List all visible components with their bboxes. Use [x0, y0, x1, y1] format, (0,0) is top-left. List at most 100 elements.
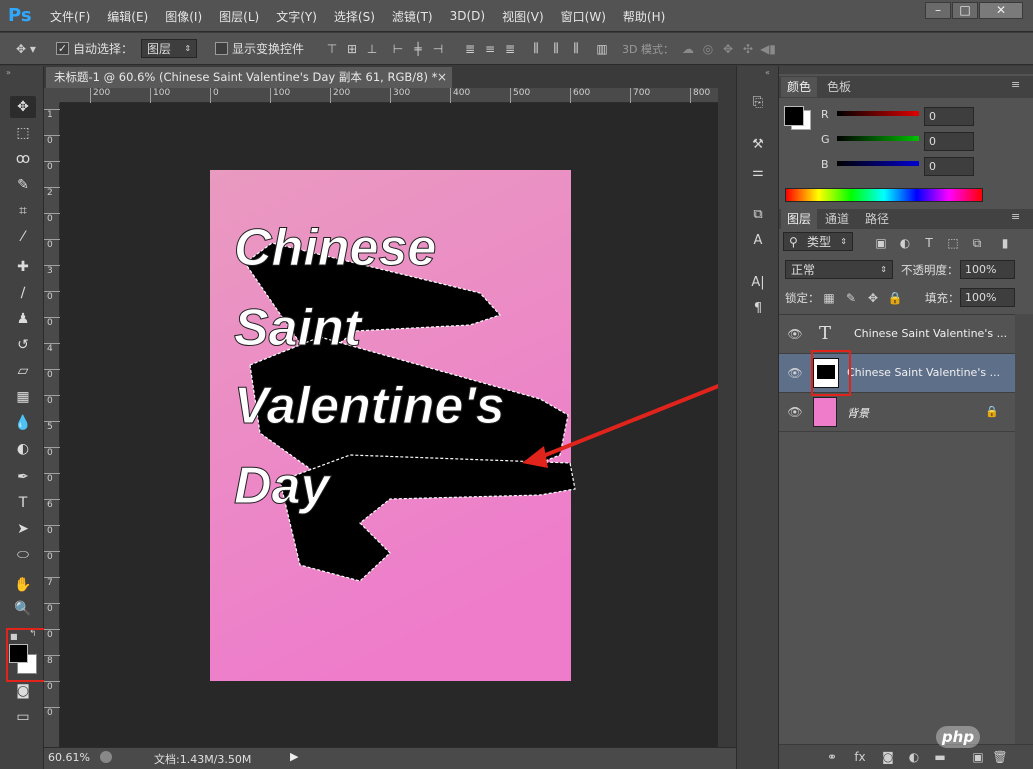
tab-layers[interactable]: 图层 — [781, 209, 818, 229]
channel-b-value[interactable]: 0 — [924, 157, 974, 176]
distribute-left-icon[interactable]: ⫼ — [526, 40, 546, 58]
paragraph-panel-icon[interactable]: ¶ — [747, 298, 769, 318]
color-spectrum-bar[interactable] — [785, 188, 983, 202]
distribute-bottom-icon[interactable]: ≣ — [500, 40, 520, 58]
blur-tool-icon[interactable]: 💧 — [10, 412, 36, 434]
shape-filter-icon[interactable]: ⬚ — [945, 235, 961, 251]
dock-collapse-icon[interactable]: « — [765, 68, 770, 77]
auto-select-checkbox[interactable]: ✓ — [56, 42, 69, 55]
tab-paths[interactable]: 路径 — [859, 209, 895, 229]
crop-tool-icon[interactable]: ⌗ — [10, 200, 36, 222]
quick-mask-icon[interactable]: ◙ — [10, 680, 36, 702]
character-style-icon[interactable]: A — [747, 230, 769, 250]
menu-type[interactable]: 文字(Y) — [276, 8, 317, 25]
auto-select-dropdown[interactable]: 图层 ⇕ — [141, 39, 198, 58]
type-filter-icon[interactable]: T — [921, 235, 937, 251]
color-panel-foreground-swatch[interactable] — [784, 106, 804, 126]
align-right-icon[interactable]: ⊣ — [428, 40, 448, 58]
actions-panel-icon[interactable]: ⚒ — [747, 134, 769, 154]
align-hcenter-icon[interactable]: ╪ — [408, 40, 428, 58]
hand-tool-icon[interactable]: ✋ — [10, 574, 36, 596]
pixel-filter-icon[interactable]: ▣ — [873, 235, 889, 251]
move-tool-icon[interactable]: ✥ — [10, 96, 36, 118]
new-layer-icon[interactable]: ▣ — [969, 750, 987, 766]
layers-panel-menu-icon[interactable]: ≡ — [1011, 210, 1020, 223]
new-group-icon[interactable]: ▬ — [931, 750, 949, 766]
path-select-tool-icon[interactable]: ➤ — [10, 518, 36, 540]
horizontal-ruler[interactable]: 200 100 0 100 200 300 400 500 600 700 800 — [60, 88, 718, 103]
marquee-tool-icon[interactable]: ⬚ — [10, 122, 36, 144]
vertical-scrollbar[interactable] — [718, 88, 736, 747]
lock-position-icon[interactable]: ✥ — [865, 290, 881, 306]
channel-r-slider[interactable] — [837, 111, 919, 116]
collapse-arrows-icon[interactable]: » — [6, 68, 11, 77]
menu-window[interactable]: 窗口(W) — [561, 8, 606, 25]
menu-select[interactable]: 选择(S) — [334, 8, 375, 25]
align-left-icon[interactable]: ⊢ — [388, 40, 408, 58]
menu-3d[interactable]: 3D(D) — [450, 9, 485, 23]
smart-object-filter-icon[interactable]: ⧉ — [969, 235, 985, 251]
brush-tool-icon[interactable]: ∕ — [10, 282, 36, 304]
layer-row-background[interactable]: 👁 背景 🔒 — [779, 393, 1015, 432]
filter-toggle-icon[interactable]: ▮ — [997, 235, 1013, 251]
minimize-button[interactable]: – — [925, 2, 951, 19]
3d-slide-icon[interactable]: ✣ — [738, 40, 758, 58]
panel-menu-icon[interactable]: ≡ — [1011, 78, 1020, 91]
history-panel-icon[interactable]: ⎘ — [747, 92, 769, 112]
link-layers-icon[interactable]: ⚭ — [823, 750, 841, 766]
menu-image[interactable]: 图像(I) — [165, 8, 202, 25]
align-bottom-icon[interactable]: ⊥ — [362, 40, 382, 58]
dodge-tool-icon[interactable]: ◐ — [10, 438, 36, 460]
tab-color[interactable]: 颜色 — [781, 77, 818, 97]
ruler-origin[interactable] — [44, 88, 60, 103]
lock-pixels-icon[interactable]: ✎ — [843, 290, 859, 306]
align-vcenter-icon[interactable]: ⊞ — [342, 40, 362, 58]
menu-file[interactable]: 文件(F) — [50, 8, 90, 25]
menu-view[interactable]: 视图(V) — [502, 8, 544, 25]
properties-panel-icon[interactable]: ⚌ — [747, 162, 769, 182]
distribute-hcenter-icon[interactable]: ⫼ — [546, 40, 566, 58]
menu-filter[interactable]: 滤镜(T) — [392, 8, 433, 25]
show-transform-checkbox[interactable] — [215, 42, 229, 55]
character-panel-icon[interactable]: A| — [747, 272, 769, 292]
status-info-icon[interactable] — [100, 751, 112, 763]
history-brush-tool-icon[interactable]: ↺ — [10, 334, 36, 356]
blend-mode-dropdown[interactable]: 正常 ⇕ — [785, 260, 893, 279]
distribute-vcenter-icon[interactable]: ≡ — [480, 40, 500, 58]
auto-align-icon[interactable]: ▥ — [592, 40, 612, 58]
zoom-level[interactable]: 60.61% — [48, 751, 90, 764]
3d-drag-icon[interactable]: ✥ — [718, 40, 738, 58]
healing-brush-tool-icon[interactable]: ✚ — [10, 256, 36, 278]
layers-scrollbar[interactable] — [1015, 314, 1033, 744]
delete-layer-icon[interactable]: 🗑 — [991, 750, 1009, 766]
quick-select-tool-icon[interactable]: ✎ — [10, 174, 36, 196]
screen-mode-icon[interactable]: ▭ — [10, 706, 36, 728]
ellipse-tool-icon[interactable]: ⬭ — [10, 544, 36, 566]
visibility-eye-icon[interactable]: 👁 — [787, 365, 803, 381]
adjustment-filter-icon[interactable]: ◐ — [897, 235, 913, 251]
add-mask-icon[interactable]: ◙ — [879, 750, 897, 766]
layer-filter-dropdown[interactable]: ⚲ 类型 ⇕ — [783, 232, 853, 251]
3d-rotate-icon[interactable]: ☁ — [678, 40, 698, 58]
vertical-ruler[interactable]: 1 0 0 2 0 0 3 0 0 4 0 0 5 0 0 6 0 0 7 0 0 8 0 0 — [44, 103, 60, 747]
pen-tool-icon[interactable]: ✒ — [10, 466, 36, 488]
lock-transparency-icon[interactable]: ▦ — [821, 290, 837, 306]
fill-value[interactable]: 100% — [960, 288, 1015, 307]
layer-row-text[interactable]: 👁 T Chinese Saint Valentine's ... — [779, 315, 1015, 354]
fx-icon[interactable]: fx — [851, 750, 869, 766]
canvas-workarea[interactable]: Chinese Saint Valentine's Day — [60, 103, 718, 747]
type-tool-icon[interactable]: T — [10, 492, 36, 514]
stamp-tool-icon[interactable]: ♟ — [10, 308, 36, 330]
3d-scale-icon[interactable]: ◀▮ — [758, 40, 778, 58]
lock-all-icon[interactable]: 🔒 — [887, 290, 903, 306]
close-button[interactable]: ✕ — [979, 2, 1023, 19]
channel-b-slider[interactable] — [837, 161, 919, 166]
eyedropper-tool-icon[interactable]: ⁄ — [10, 226, 36, 248]
3d-roll-icon[interactable]: ◎ — [698, 40, 718, 58]
distribute-top-icon[interactable]: ≣ — [460, 40, 480, 58]
move-tool-preset-icon[interactable]: ✥ ▾ — [8, 40, 44, 58]
zoom-tool-icon[interactable]: 🔍 — [10, 598, 36, 620]
maximize-button[interactable]: □ — [952, 2, 978, 19]
menu-edit[interactable]: 编辑(E) — [107, 8, 148, 25]
channel-g-value[interactable]: 0 — [924, 132, 974, 151]
